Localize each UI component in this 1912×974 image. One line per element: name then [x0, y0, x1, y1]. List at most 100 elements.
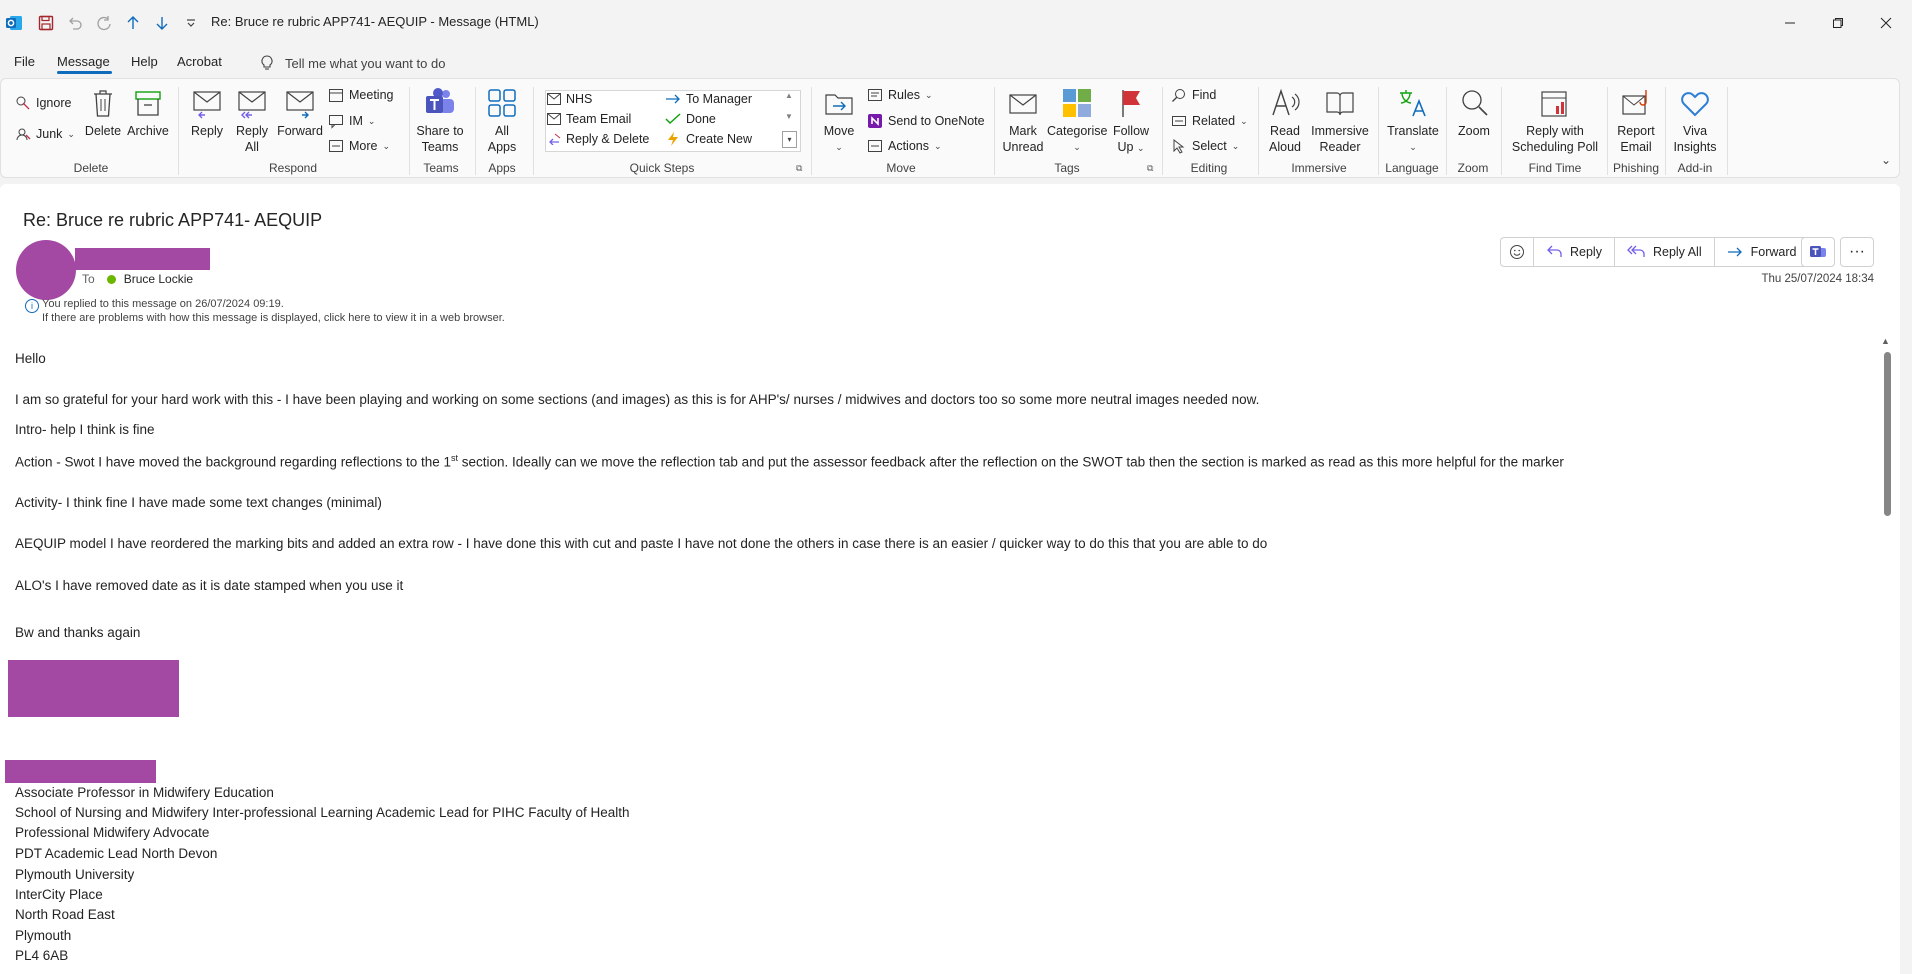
more-actions-button[interactable]: ···	[1840, 237, 1874, 267]
move-button[interactable]: Move ⌄	[819, 87, 859, 155]
title-bar: Re: Bruce re rubric APP741- AEQUIP - Mes…	[0, 0, 1912, 46]
teams-icon	[426, 88, 454, 113]
recipient-line: To Bruce Lockie	[82, 272, 193, 286]
quick-steps-scroll-up-icon[interactable]: ▲	[785, 91, 793, 100]
scroll-up-arrow-icon[interactable]: ▲	[1881, 336, 1890, 346]
teams-chat-button[interactable]	[1801, 237, 1835, 267]
meeting-button[interactable]: Meeting	[328, 87, 393, 103]
signature-line: Plymouth	[15, 928, 72, 943]
smiley-icon	[1510, 245, 1524, 259]
menu-acrobat[interactable]: Acrobat	[177, 54, 222, 69]
mark-unread-icon	[1009, 94, 1037, 114]
related-icon	[1172, 116, 1186, 126]
redacted-sender-name	[75, 248, 210, 270]
read-aloud-icon	[1272, 88, 1300, 116]
send-to-onenote-button[interactable]: Send to OneNote	[867, 113, 985, 129]
group-label-zoom: Zoom	[1457, 161, 1489, 175]
trash-icon	[94, 90, 112, 117]
quick-step-nhs[interactable]: NHS	[547, 92, 592, 106]
search-icon	[1172, 89, 1185, 102]
group-label-move: Move	[886, 161, 916, 175]
tell-me-search[interactable]: Tell me what you want to do	[261, 55, 445, 71]
menu-message[interactable]: Message	[57, 54, 110, 69]
quick-steps-expand-icon[interactable]: ▾	[782, 131, 797, 148]
group-label-apps: Apps	[488, 161, 516, 175]
ignore-button[interactable]: Ignore	[15, 95, 71, 111]
undo-icon[interactable]	[64, 12, 86, 34]
body-paragraph: Intro- help I think is fine	[15, 422, 155, 437]
ribbon-separator	[1162, 87, 1163, 175]
collapse-ribbon-icon[interactable]: ⌄	[1881, 153, 1891, 167]
menu-file[interactable]: File	[14, 54, 35, 69]
react-button[interactable]	[1501, 238, 1534, 266]
share-to-teams-button[interactable]: Share to Teams	[415, 87, 465, 155]
immersive-reader-button[interactable]: Immersive Reader	[1309, 87, 1371, 155]
display-problem-note[interactable]: If there are problems with how this mess…	[42, 311, 505, 325]
quick-step-reply-delete[interactable]: Reply & Delete	[547, 132, 649, 146]
restore-button[interactable]	[1815, 8, 1861, 38]
more-icon	[329, 140, 343, 152]
ribbon-separator	[994, 87, 995, 175]
quick-step-done[interactable]: Done	[665, 112, 716, 126]
rules-button[interactable]: Rules ⌄	[867, 87, 933, 103]
reply-delete-icon	[549, 133, 561, 145]
find-button[interactable]: Find	[1171, 87, 1216, 103]
tell-me-label: Tell me what you want to do	[285, 55, 446, 71]
to-label: To	[82, 272, 95, 286]
redo-icon[interactable]	[93, 12, 115, 34]
close-button[interactable]	[1863, 8, 1909, 38]
scrollbar-thumb[interactable]	[1884, 352, 1891, 516]
reply-button[interactable]: Reply	[188, 87, 226, 139]
translate-button[interactable]: Translate ⌄	[1385, 87, 1441, 155]
all-apps-button[interactable]: All Apps	[481, 87, 523, 155]
onenote-icon	[868, 114, 882, 128]
previous-item-icon[interactable]	[122, 12, 144, 34]
minimize-button[interactable]	[1767, 8, 1813, 38]
redacted-signature-block	[8, 660, 179, 717]
group-label-tags: Tags	[1054, 161, 1080, 175]
archive-button[interactable]: Archive	[125, 87, 171, 139]
quick-step-create-new[interactable]: Create New	[665, 132, 752, 146]
body-paragraph: AEQUIP model I have reordered the markin…	[15, 536, 1268, 551]
magnifier-icon	[1462, 90, 1488, 116]
ribbon-separator	[409, 87, 410, 175]
tags-dialog-launcher-icon[interactable]: ⧉	[1147, 163, 1153, 174]
follow-up-button[interactable]: Follow Up ⌄	[1109, 87, 1153, 156]
junk-button[interactable]: Junk ⌄	[15, 126, 75, 142]
delete-button[interactable]: Delete	[83, 87, 123, 139]
im-button[interactable]: IM ⌄	[328, 113, 375, 129]
recipient-name[interactable]: Bruce Lockie	[124, 272, 193, 286]
report-phishing-icon	[1622, 90, 1647, 115]
zoom-button[interactable]: Zoom	[1453, 87, 1495, 139]
related-button[interactable]: Related ⌄	[1171, 113, 1248, 129]
actions-button[interactable]: Actions ⌄	[867, 138, 942, 154]
customize-quick-access-icon[interactable]	[180, 12, 202, 34]
body-paragraph: ALO's I have removed date as it is date …	[15, 578, 404, 593]
teams-icon	[1810, 246, 1826, 257]
quick-steps-dialog-launcher-icon[interactable]: ⧉	[796, 163, 802, 174]
save-icon[interactable]	[35, 12, 57, 34]
signature-line: North Road East	[15, 907, 115, 922]
body-paragraph: Action - Swot I have moved the backgroun…	[15, 453, 1564, 470]
select-button[interactable]: Select ⌄	[1171, 138, 1239, 154]
reply-all-action-button[interactable]: Reply All	[1615, 238, 1715, 266]
viva-insights-button[interactable]: Viva Insights	[1671, 87, 1719, 155]
next-item-icon[interactable]	[151, 12, 173, 34]
ribbon-separator	[1665, 87, 1666, 175]
reply-action-button[interactable]: Reply	[1534, 238, 1615, 266]
forward-action-button[interactable]: Forward	[1715, 238, 1809, 266]
quick-step-to-manager[interactable]: To Manager	[665, 92, 752, 106]
report-email-button[interactable]: Report Email	[1613, 87, 1659, 155]
forward-button[interactable]: Forward	[277, 87, 323, 139]
reply-arrow-icon	[1547, 245, 1562, 257]
quick-steps-scroll-down-icon[interactable]: ▼	[785, 112, 793, 121]
move-folder-icon	[825, 94, 853, 115]
quick-step-team-email[interactable]: Team Email	[547, 112, 631, 126]
more-respond-button[interactable]: More ⌄	[328, 138, 390, 154]
categorise-button[interactable]: Categorise ⌄	[1047, 87, 1107, 155]
read-aloud-button[interactable]: Read Aloud	[1265, 87, 1305, 155]
mark-unread-button[interactable]: Mark Unread	[1001, 87, 1045, 155]
reply-all-button[interactable]: Reply All	[232, 87, 272, 155]
reply-with-scheduling-poll-button[interactable]: Reply with Scheduling Poll	[1509, 87, 1601, 155]
menu-help[interactable]: Help	[131, 54, 158, 69]
